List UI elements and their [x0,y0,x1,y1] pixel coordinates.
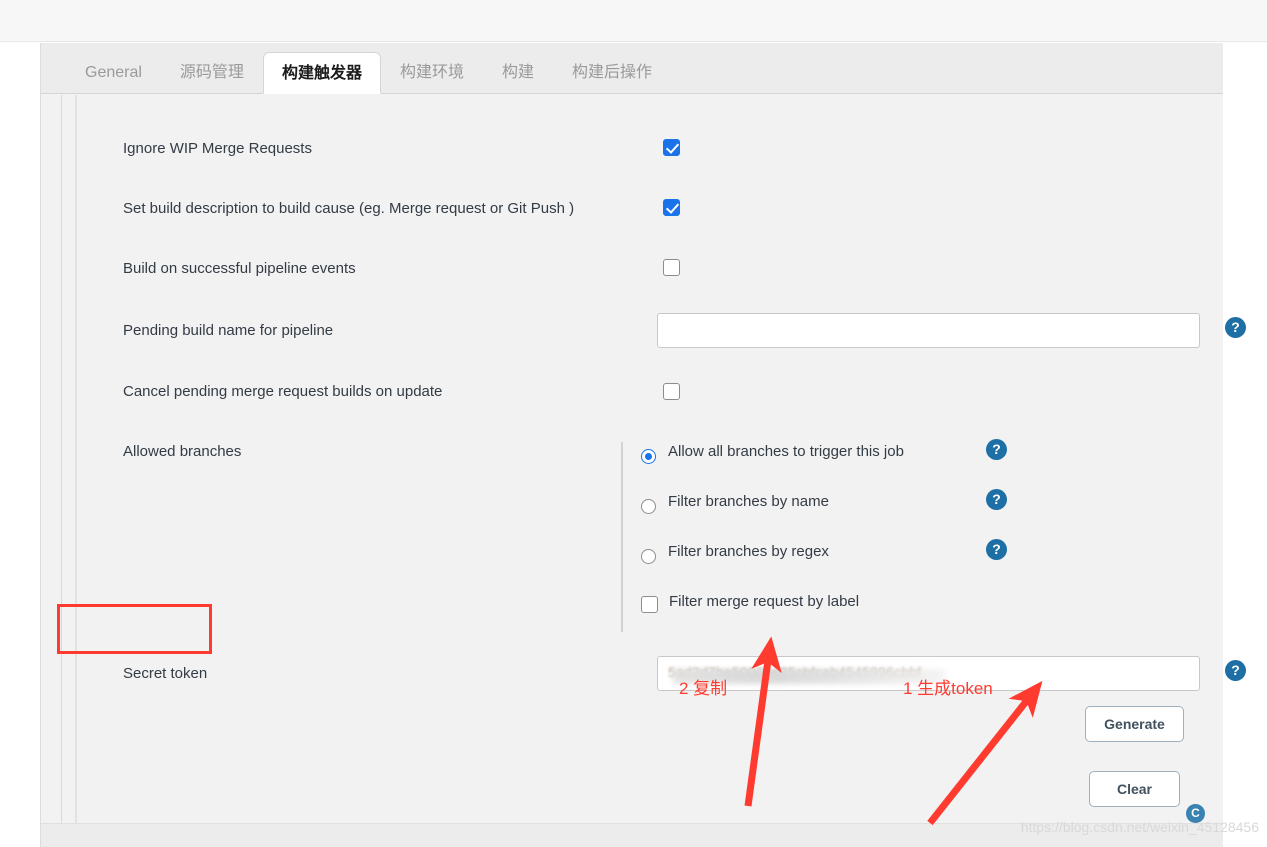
checkbox-ignore-wip[interactable] [663,139,680,156]
screenshot-root: General 源码管理 构建触发器 构建环境 构建 构建后操作 Ignore … [0,0,1267,847]
generate-button[interactable]: Generate [1085,706,1184,742]
input-pending-build-name[interactable] [657,313,1200,348]
label-filter-branches-by-name: Filter branches by name [668,493,829,510]
label-build-on-pipeline-events: Build on successful pipeline events [123,260,356,277]
csdn-watermark-url: https://blog.csdn.net/weixin_45128456 [1020,819,1259,835]
tab-post-build-actions[interactable]: 构建后操作 [553,51,671,93]
browser-top-strip [0,0,1267,42]
help-question-icon-pending-build-name[interactable]: ? [1225,317,1246,338]
label-allowed-branches: Allowed branches [123,443,242,460]
job-config-panel: General 源码管理 构建触发器 构建环境 构建 构建后操作 Ignore … [40,43,1246,847]
option-filter-branches-by-regex[interactable]: Filter branches by regex ? [641,539,1041,592]
tab-source-code-management[interactable]: 源码管理 [161,51,263,93]
radio-filter-branches-by-regex[interactable] [641,549,656,564]
config-content-area: Ignore WIP Merge Requests Set build desc… [41,95,1246,847]
label-set-build-description: Set build description to build cause (eg… [123,200,575,217]
checkbox-build-on-pipeline-events[interactable] [663,259,680,276]
radio-allow-all-branches[interactable] [641,449,656,464]
label-secret-token: Secret token [123,665,208,682]
label-filter-branches-by-regex: Filter branches by regex [668,543,829,560]
option-filter-merge-request-by-label[interactable]: Filter merge request by label [641,592,1041,642]
help-question-icon-filter-branches-by-name[interactable]: ? [986,489,1007,510]
allowed-branches-options-group: Allow all branches to trigger this job ?… [621,439,1041,632]
tab-general[interactable]: General [66,51,161,93]
help-question-icon-secret-token[interactable]: ? [1225,660,1246,681]
tab-build-environment[interactable]: 构建环境 [381,51,483,93]
secret-token-value-text: 5ad2d7be5000be25cbfcab4545996cbbf [668,664,922,680]
section-rail-outer [61,95,62,823]
radio-filter-branches-by-name[interactable] [641,499,656,514]
label-filter-merge-request-by-label: Filter merge request by label [669,593,860,610]
tab-build-triggers[interactable]: 构建触发器 [262,52,381,94]
option-allow-all-branches[interactable]: Allow all branches to trigger this job ? [641,439,1041,492]
secret-token-field-wrapper: 5ad2d7be5000be25cbfcab4545996cbbf [657,656,1200,691]
checkbox-cancel-pending-builds[interactable] [663,383,680,400]
option-filter-branches-by-name[interactable]: Filter branches by name ? [641,489,1041,542]
tab-build[interactable]: 构建 [483,51,553,93]
help-question-icon-allow-all-branches[interactable]: ? [986,439,1007,460]
help-question-icon-filter-branches-by-regex[interactable]: ? [986,539,1007,560]
clear-button[interactable]: Clear [1089,771,1180,807]
checkbox-set-build-description[interactable] [663,199,680,216]
config-tab-bar: General 源码管理 构建触发器 构建环境 构建 构建后操作 [41,43,1223,94]
label-pending-build-name: Pending build name for pipeline [123,322,334,339]
label-allow-all-branches: Allow all branches to trigger this job [668,443,904,460]
checkbox-filter-merge-request-by-label[interactable] [641,596,658,613]
label-cancel-pending-builds: Cancel pending merge request builds on u… [123,383,443,400]
label-ignore-wip: Ignore WIP Merge Requests [123,140,312,157]
